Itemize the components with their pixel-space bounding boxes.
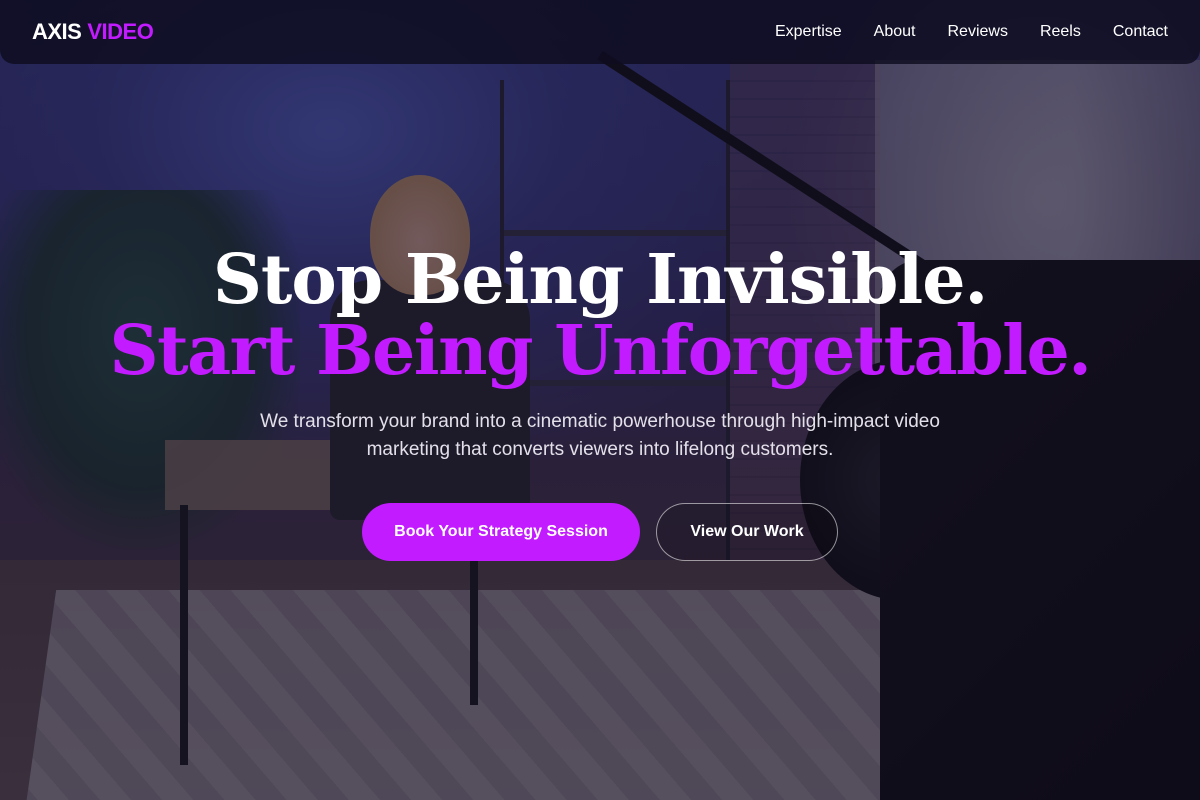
nav-link-reels[interactable]: Reels [1040, 23, 1081, 41]
nav-link-contact[interactable]: Contact [1113, 23, 1168, 41]
view-our-work-button[interactable]: View Our Work [656, 503, 838, 561]
brand-logo[interactable]: AXIS VIDEO [32, 19, 154, 45]
nav-link-reviews[interactable]: Reviews [947, 23, 1007, 41]
hero-section: Stop Being Invisible. Start Being Unforg… [0, 0, 1200, 800]
hero-subtext: We transform your brand into a cinematic… [260, 411, 940, 460]
brand-name-accent: VIDEO [87, 19, 154, 44]
hero-headline-line2: Start Being Unforgettable. [109, 311, 1092, 391]
navbar: AXIS VIDEO Expertise About Reviews Reels … [0, 0, 1200, 64]
brand-name-primary: AXIS [32, 19, 82, 44]
hero-headline-line1: Stop Being Invisible. [212, 240, 988, 320]
book-strategy-session-button[interactable]: Book Your Strategy Session [362, 503, 640, 561]
nav-links: Expertise About Reviews Reels Contact [775, 23, 1168, 41]
nav-link-expertise[interactable]: Expertise [775, 23, 842, 41]
nav-link-about[interactable]: About [874, 23, 916, 41]
